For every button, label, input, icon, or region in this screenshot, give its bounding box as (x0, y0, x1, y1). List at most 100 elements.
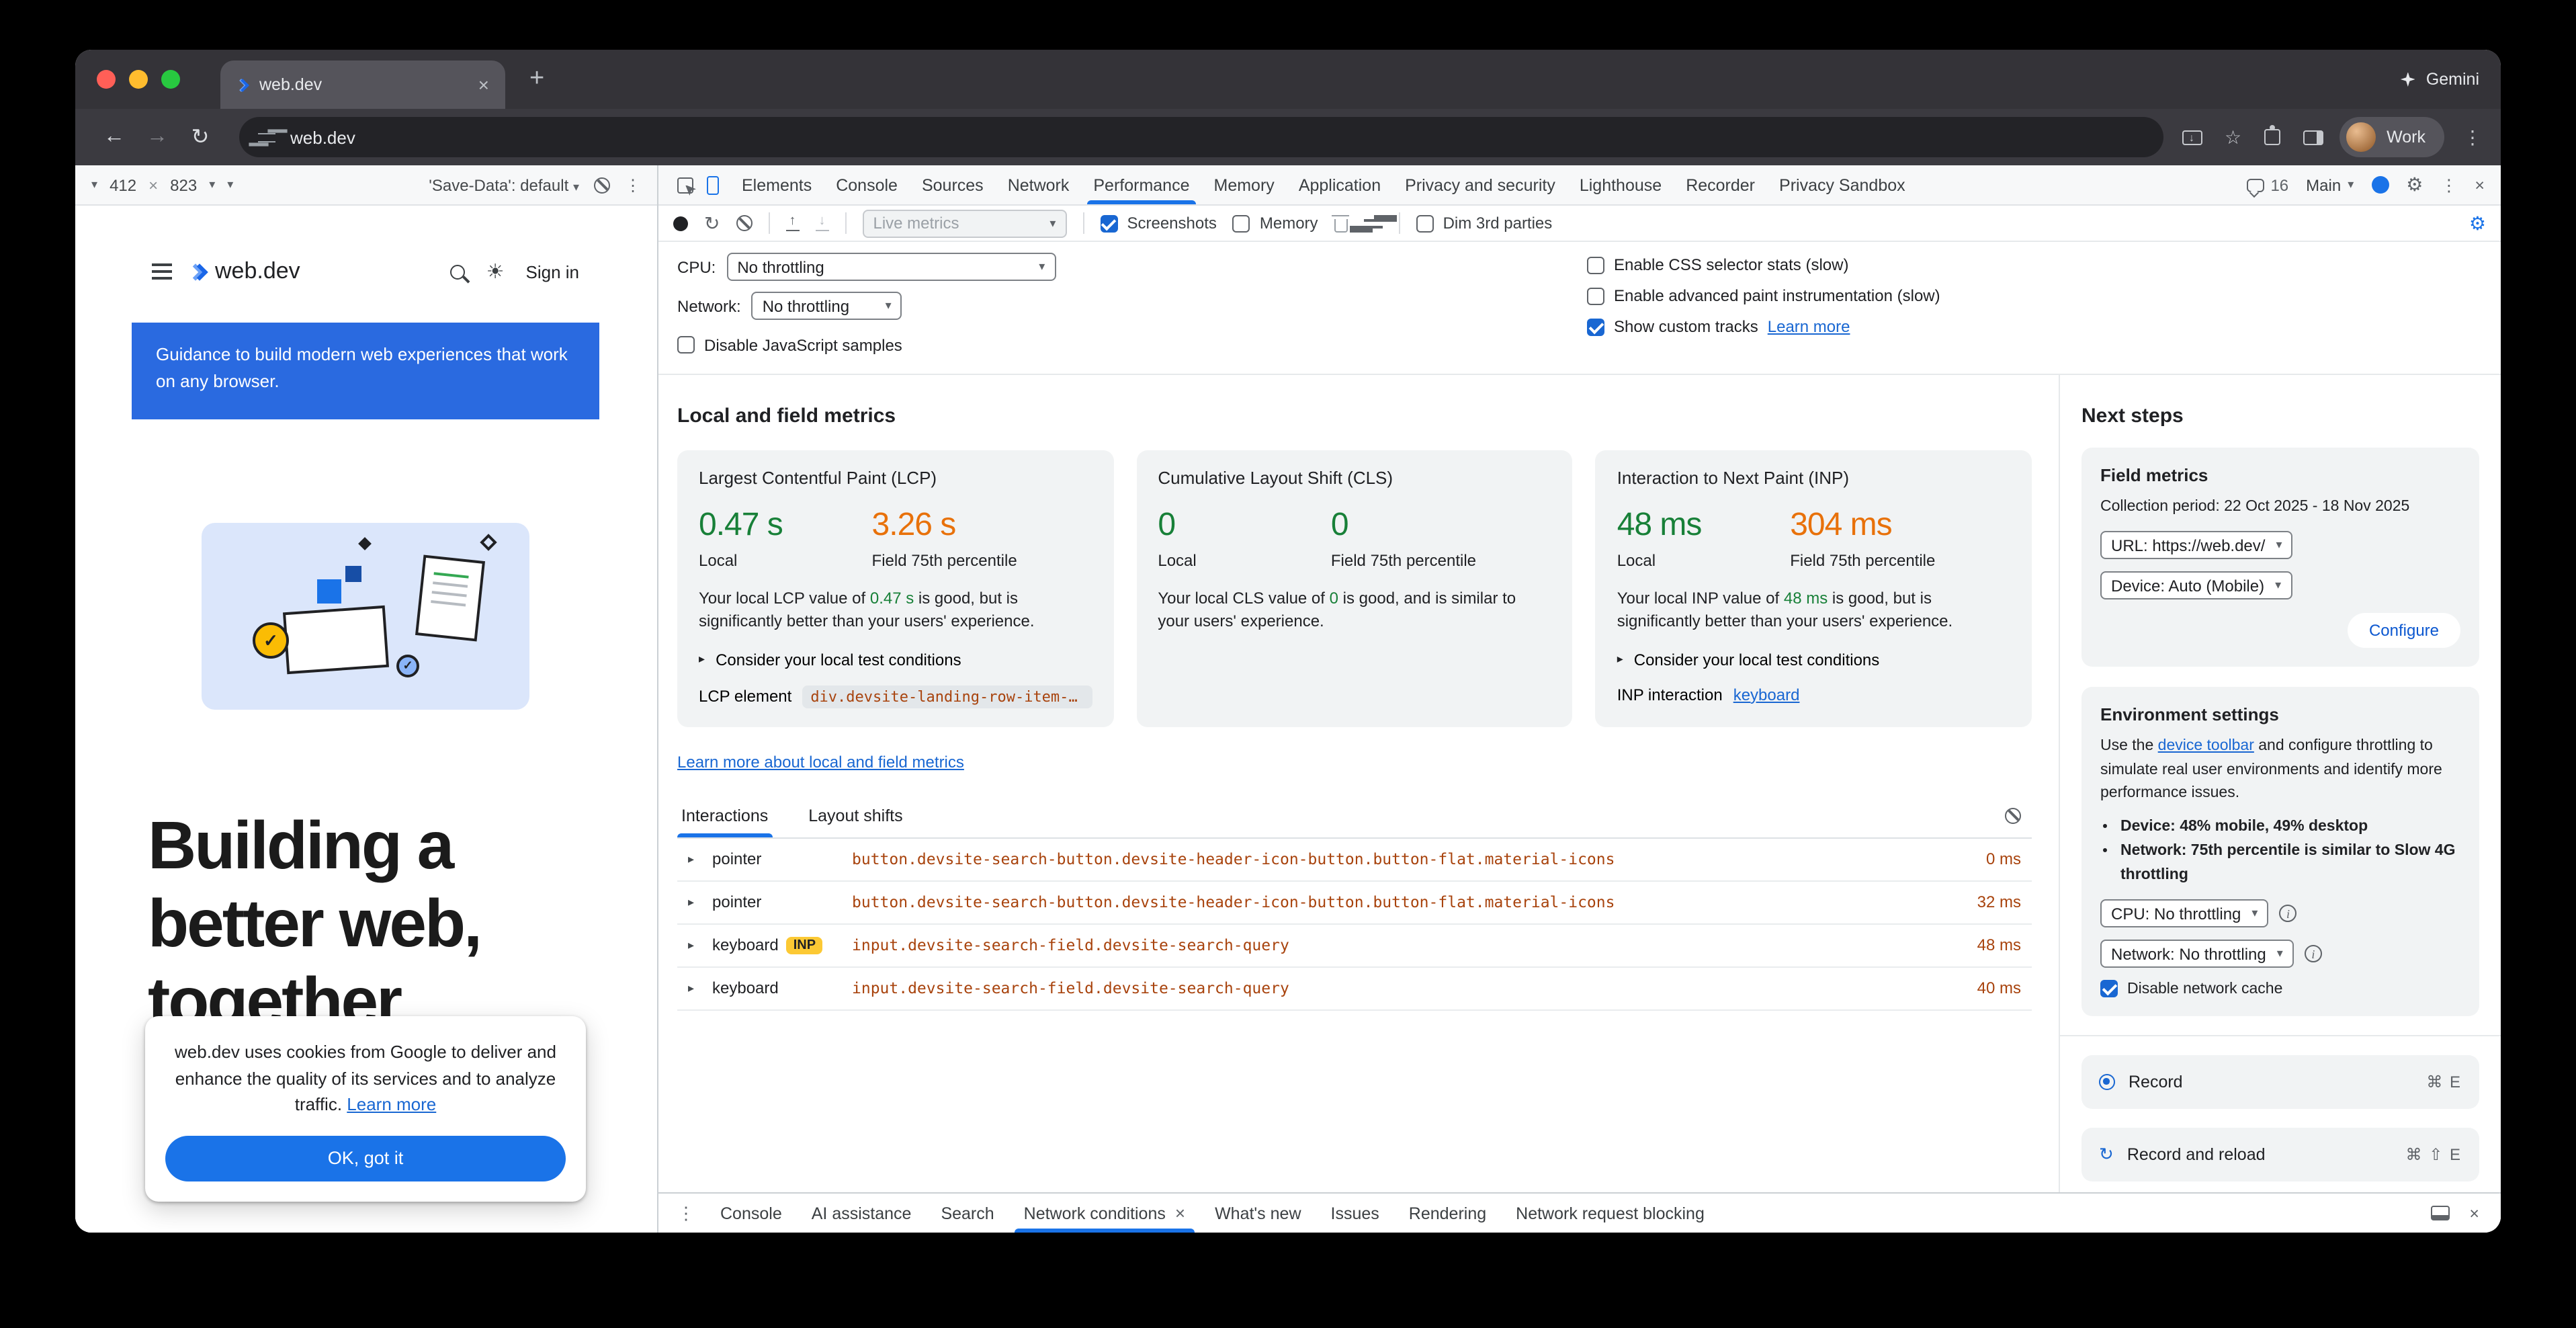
interaction-row[interactable]: ▸ pointer button.devsite-search-button.d… (677, 882, 2032, 925)
custom-tracks-learn-more-link[interactable]: Learn more (1768, 317, 1850, 336)
interaction-target[interactable]: input.devsite-search-field.devsite-searc… (852, 936, 1950, 955)
zoom-caret-icon[interactable]: ▾ (209, 177, 215, 192)
memory-checkbox-box[interactable] (1233, 214, 1250, 232)
tab-sources[interactable]: Sources (910, 165, 996, 204)
tab-network[interactable]: Network (996, 165, 1082, 204)
history-select[interactable]: Live metrics ▾ (862, 209, 1066, 237)
tab-layout-shifts[interactable]: Layout shifts (804, 794, 906, 837)
tab-close-icon[interactable]: × (478, 74, 489, 95)
drawer-close-icon[interactable]: × (2469, 1204, 2479, 1222)
disable-cache-checkbox-box[interactable] (2100, 981, 2118, 998)
cpu-throttling-select[interactable]: No throttling ▾ (726, 253, 1056, 281)
paint-instrumentation-checkbox[interactable]: Enable advanced paint instrumentation (s… (1587, 286, 1940, 305)
viewport-height-field[interactable]: 823 (170, 175, 197, 194)
interaction-row[interactable]: ▸ keyboard INP input.devsite-search-fiel… (677, 925, 2032, 968)
configure-button[interactable]: Configure (2348, 614, 2460, 649)
save-profile-icon[interactable]: ↓ (815, 215, 828, 232)
reload-button[interactable]: ↻ (180, 124, 220, 151)
garbage-collect-icon[interactable] (1334, 218, 1348, 232)
new-tab-button[interactable]: + (529, 65, 544, 94)
load-profile-icon[interactable]: ↑ (785, 215, 799, 232)
paint-instrumentation-checkbox-box[interactable] (1587, 287, 1604, 304)
custom-tracks-checkbox-box[interactable] (1587, 318, 1604, 335)
hamburger-menu-icon[interactable] (152, 263, 172, 280)
extensions-puzzle-icon[interactable] (2264, 129, 2280, 145)
bookmark-star-icon[interactable]: ☆ (2225, 126, 2241, 149)
screenshots-checkbox-box[interactable] (1100, 214, 1117, 232)
drawer-tab-whats-new[interactable]: What's new (1200, 1194, 1316, 1233)
sync-avatar-icon[interactable] (2371, 176, 2389, 194)
row-caret-icon[interactable]: ▸ (688, 852, 701, 867)
disable-js-samples-checkbox-box[interactable] (677, 336, 695, 354)
drawer-tab-ai-assistance[interactable]: AI assistance (797, 1194, 927, 1233)
inspect-element-icon[interactable] (677, 177, 693, 193)
drawer-tab-close-icon[interactable]: × (1175, 1203, 1185, 1223)
browser-tab[interactable]: web.dev × (220, 60, 505, 109)
inp-test-conditions-expander[interactable]: ▸ Consider your local test conditions (1617, 651, 2010, 669)
row-caret-icon[interactable]: ▸ (688, 981, 701, 996)
dim-3rd-parties-checkbox-box[interactable] (1416, 214, 1434, 232)
drawer-menu-icon[interactable]: ⋮ (667, 1202, 705, 1224)
drawer-tab-network-request-blocking[interactable]: Network request blocking (1501, 1194, 1719, 1233)
devtools-close-icon[interactable]: × (2475, 175, 2485, 194)
tab-lighthouse[interactable]: Lighthouse (1568, 165, 1674, 204)
tab-privacy-security[interactable]: Privacy and security (1393, 165, 1568, 204)
side-panel-icon[interactable] (2303, 130, 2323, 144)
site-logo[interactable]: web.dev (189, 258, 300, 285)
record-icon[interactable] (673, 216, 688, 231)
devtools-settings-gear-icon[interactable]: ⚙ (2406, 173, 2423, 196)
css-selector-stats-checkbox[interactable]: Enable CSS selector stats (slow) (1587, 255, 1940, 274)
cookie-learn-more-link[interactable]: Learn more (347, 1094, 436, 1114)
theme-toggle-icon[interactable]: ☀ (486, 259, 505, 284)
tab-console[interactable]: Console (824, 165, 910, 204)
screenshots-checkbox[interactable]: Screenshots (1100, 214, 1216, 233)
minimize-window-button[interactable] (129, 70, 148, 89)
row-caret-icon[interactable]: ▸ (688, 938, 701, 953)
tab-application[interactable]: Application (1287, 165, 1393, 204)
record-and-reload-button[interactable]: ↻ Record and reload ⌘ ⇧ E (2081, 1128, 2479, 1182)
disable-cache-checkbox[interactable]: Disable network cache (2100, 981, 2282, 998)
forward-button[interactable]: → (137, 125, 177, 149)
device-toolbar-toggle-icon[interactable] (707, 175, 719, 194)
back-button[interactable]: ← (94, 125, 134, 149)
install-icon[interactable]: ↓ (2182, 130, 2202, 144)
console-messages-button[interactable]: 16 (2246, 175, 2288, 194)
viewport-width-field[interactable]: 412 (110, 175, 136, 194)
device-toolbar-menu-icon[interactable]: ⋮ (625, 175, 641, 194)
record-reload-icon[interactable]: ↻ (704, 212, 720, 235)
clear-log-icon[interactable] (2005, 808, 2021, 824)
css-selector-stats-checkbox-box[interactable] (1587, 256, 1604, 274)
tab-performance[interactable]: Performance (1081, 165, 1201, 204)
drawer-tab-network-conditions[interactable]: Network conditions × (1009, 1194, 1200, 1233)
disable-js-samples-checkbox[interactable]: Disable JavaScript samples (677, 335, 902, 354)
devtools-menu-icon[interactable]: ⋮ (2440, 175, 2457, 195)
site-controls-icon[interactable] (258, 130, 275, 144)
drawer-tab-console[interactable]: Console (705, 1194, 797, 1233)
cookie-accept-button[interactable]: OK, got it (165, 1135, 566, 1181)
custom-tracks-checkbox[interactable]: Show custom tracks Learn more (1587, 317, 1940, 336)
dimensions-preset-caret-icon[interactable]: ▾ (91, 177, 97, 192)
network-throttling-select[interactable]: No throttling ▾ (752, 292, 902, 320)
site-search-icon[interactable] (450, 264, 465, 279)
address-bar[interactable]: web.dev (239, 117, 2163, 157)
zoom-window-button[interactable] (161, 70, 180, 89)
drawer-tab-issues[interactable]: Issues (1316, 1194, 1394, 1233)
tab-privacy-sandbox[interactable]: Privacy Sandbox (1767, 165, 1918, 204)
field-url-select[interactable]: URL: https://web.dev/ ▾ (2100, 532, 2293, 560)
device-toolbar-link[interactable]: device toolbar (2158, 739, 2254, 755)
clear-recording-icon[interactable] (736, 215, 752, 231)
save-data-select[interactable]: 'Save-Data': default ▾ (429, 175, 579, 194)
metrics-learn-more-link[interactable]: Learn more about local and field metrics (677, 753, 964, 772)
tab-elements[interactable]: Elements (730, 165, 824, 204)
close-window-button[interactable] (97, 70, 116, 89)
perf-settings-gear-icon[interactable]: ⚙ (2469, 212, 2486, 235)
network-info-icon[interactable]: i (2305, 946, 2322, 963)
env-network-select[interactable]: Network: No throttling ▾ (2100, 940, 2294, 968)
interaction-target[interactable]: button.devsite-search-button.devsite-hea… (852, 850, 1959, 869)
interaction-target[interactable]: input.devsite-search-field.devsite-searc… (852, 979, 1950, 998)
inp-interaction-link[interactable]: keyboard (1733, 686, 1800, 704)
tab-recorder[interactable]: Recorder (1674, 165, 1767, 204)
field-device-select[interactable]: Device: Auto (Mobile) ▾ (2100, 572, 2292, 600)
drawer-tab-rendering[interactable]: Rendering (1394, 1194, 1501, 1233)
sign-in-link[interactable]: Sign in (526, 261, 580, 282)
